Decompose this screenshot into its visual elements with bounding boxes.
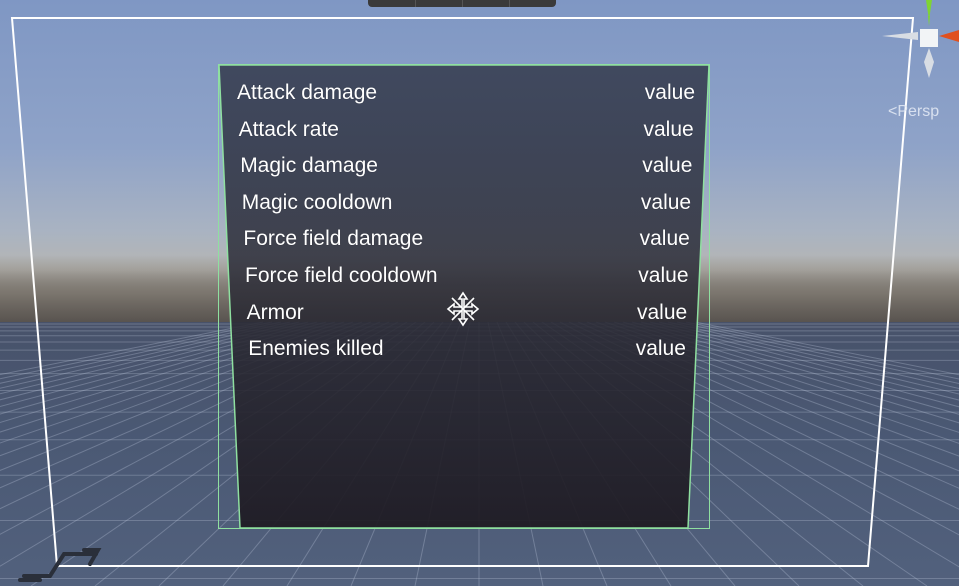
move-tool-icon[interactable] [444,290,482,328]
stats-row-label: Attack rate [238,117,339,141]
stats-row-value: value [640,190,692,214]
stats-row-value: value [638,264,689,287]
stats-row: Enemies killed value [248,334,686,364]
stats-row-value: value [643,117,694,141]
stats-row-label: Magic damage [240,154,378,178]
stats-row: Force field cooldown value [245,261,689,291]
scene-toolbar-stub[interactable] [368,0,556,7]
2d-toggle-icon[interactable] [14,546,106,582]
stats-row-label: Magic cooldown [241,190,393,214]
stats-row: Magic damage value [240,151,692,181]
stats-row-label: Attack damage [237,81,378,104]
stats-row-value: value [635,337,686,361]
stats-row: Attack damage value [237,78,695,108]
stats-row: Attack rate value [239,115,694,145]
stats-row-label: Armor [246,300,304,324]
stats-row-label: Force field damage [243,227,424,251]
stats-row-value: value [637,300,688,324]
stats-row-value: value [642,154,693,178]
stats-row: Force field damage value [243,224,689,254]
stats-row-value: value [639,227,690,251]
projection-label[interactable]: <Persp [888,103,939,121]
scene-view[interactable]: Attack damage value Attack rate value Magic … [0,0,959,586]
scene-gizmo-icon[interactable] [880,0,959,86]
stats-row: Magic cooldown value [242,188,691,218]
stats-row-label: Force field cooldown [245,264,438,287]
stats-row-label: Enemies killed [248,337,384,361]
stats-row-value: value [644,81,695,104]
